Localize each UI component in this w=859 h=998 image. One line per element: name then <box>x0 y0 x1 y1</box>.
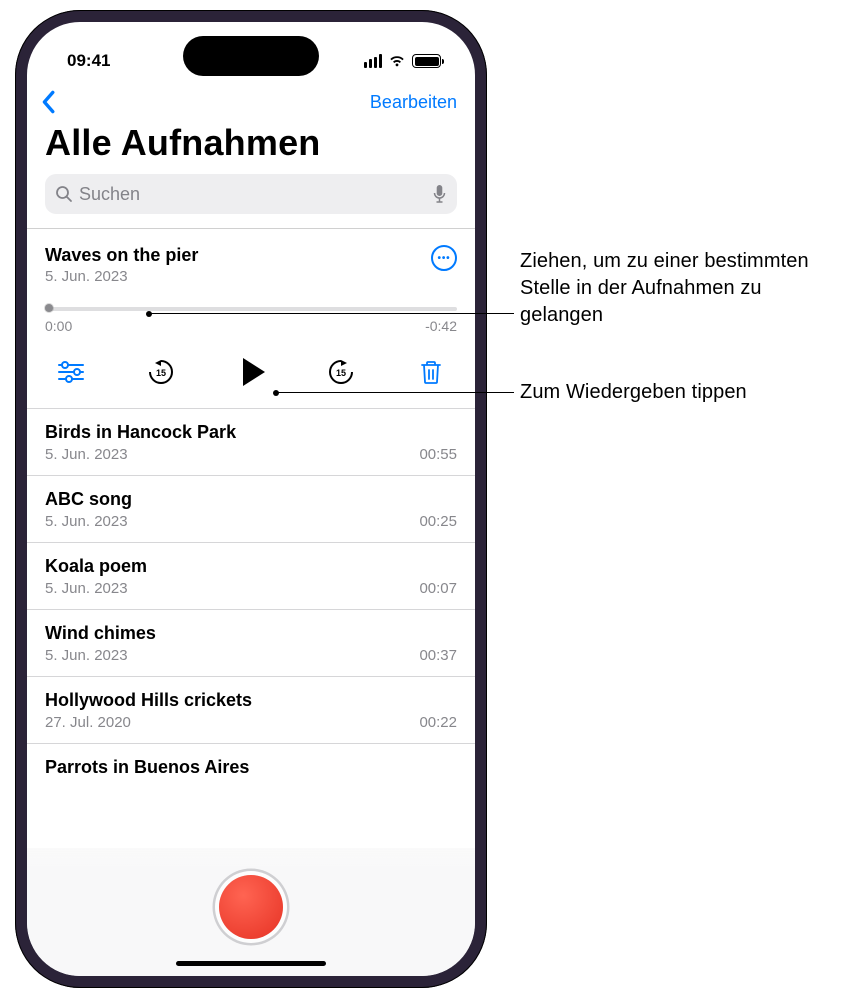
list-item[interactable]: Birds in Hancock Park 5. Jun. 202300:55 <box>27 408 475 475</box>
expanded-recording: Waves on the pier 5. Jun. 2023 ••• 0:00 … <box>27 228 475 408</box>
list-item[interactable]: Parrots in Buenos Aires <box>27 743 475 793</box>
mic-icon[interactable] <box>432 184 447 204</box>
list-item[interactable]: Koala poem 5. Jun. 202300:07 <box>27 542 475 609</box>
status-time: 09:41 <box>67 51 110 71</box>
more-button[interactable]: ••• <box>431 245 457 271</box>
play-icon <box>243 358 265 386</box>
record-bar <box>27 848 475 976</box>
nav-bar: Bearbeiten <box>27 82 475 120</box>
recording-title: Waves on the pier <box>45 245 198 266</box>
settings-icon[interactable] <box>49 354 93 390</box>
dynamic-island <box>183 36 319 76</box>
delete-button[interactable] <box>409 354 453 390</box>
skip-back-15-button[interactable]: 15 <box>139 354 183 390</box>
remaining-time: -0:42 <box>425 318 457 334</box>
list-item[interactable]: Hollywood Hills crickets 27. Jul. 202000… <box>27 676 475 743</box>
list-item[interactable]: Wind chimes 5. Jun. 202300:37 <box>27 609 475 676</box>
page-title: Alle Aufnahmen <box>27 120 475 174</box>
recordings-list: Birds in Hancock Park 5. Jun. 202300:55 … <box>27 408 475 793</box>
callout-line-play <box>276 392 514 393</box>
search-icon <box>55 185 73 203</box>
battery-icon <box>412 54 441 68</box>
phone-screen: 09:41 Bearbeiten Alle Aufnahmen Suchen <box>27 22 475 976</box>
callout-scrub: Ziehen, um zu einer bestimmten Stelle in… <box>520 248 850 329</box>
playback-scrubber[interactable]: 0:00 -0:42 <box>45 307 457 334</box>
callout-play: Zum Wiedergeben tippen <box>520 379 856 406</box>
callout-line-scrub <box>149 313 514 314</box>
edit-button[interactable]: Bearbeiten <box>370 92 457 113</box>
playback-controls: 15 15 <box>49 354 453 390</box>
svg-text:15: 15 <box>156 368 166 378</box>
play-button[interactable] <box>229 354 273 390</box>
skip-forward-15-button[interactable]: 15 <box>319 354 363 390</box>
recording-date: 5. Jun. 2023 <box>45 268 198 285</box>
phone-frame: 09:41 Bearbeiten Alle Aufnahmen Suchen <box>15 10 487 988</box>
search-placeholder: Suchen <box>79 184 432 205</box>
scrubber-knob[interactable] <box>45 304 53 312</box>
list-item[interactable]: ABC song 5. Jun. 202300:25 <box>27 475 475 542</box>
back-button[interactable] <box>39 90 57 114</box>
record-button[interactable] <box>219 875 283 939</box>
svg-text:15: 15 <box>336 368 346 378</box>
wifi-icon <box>388 54 406 68</box>
home-indicator[interactable] <box>176 961 326 966</box>
elapsed-time: 0:00 <box>45 318 72 334</box>
search-input[interactable]: Suchen <box>45 174 457 214</box>
cellular-icon <box>364 54 383 68</box>
